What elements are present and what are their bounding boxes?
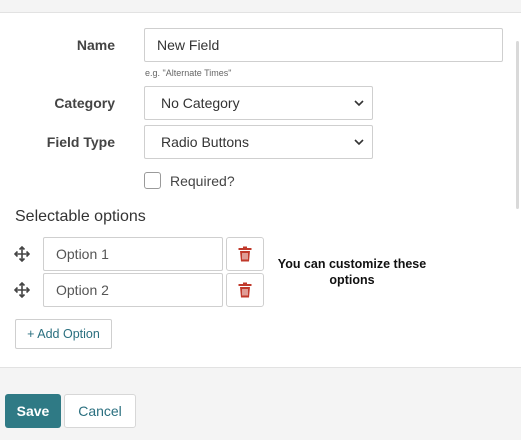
chevron-down-icon (354, 139, 364, 146)
cancel-button[interactable]: Cancel (64, 394, 136, 428)
field-type-selected-value: Radio Buttons (161, 134, 249, 150)
add-option-button[interactable]: + Add Option (15, 319, 112, 349)
field-editor-card: Name New Field e.g. "Alternate Times" Ca… (0, 12, 521, 368)
option-input-value: Option 2 (56, 282, 109, 298)
category-label: Category (54, 95, 115, 111)
category-select[interactable]: No Category (144, 86, 373, 120)
field-type-label: Field Type (46, 134, 115, 150)
trash-icon (238, 282, 252, 298)
option-input[interactable]: Option 1 (43, 237, 223, 271)
scrollbar[interactable] (516, 41, 519, 209)
delete-option-button[interactable] (226, 273, 264, 307)
delete-option-button[interactable] (226, 237, 264, 271)
name-label: Name (76, 37, 115, 53)
option-input[interactable]: Option 2 (43, 273, 223, 307)
name-input-value: New Field (157, 37, 220, 53)
trash-icon (238, 246, 252, 262)
page: Name New Field e.g. "Alternate Times" Ca… (0, 0, 521, 440)
field-type-select[interactable]: Radio Buttons (144, 125, 373, 159)
drag-handle-icon[interactable] (14, 246, 30, 262)
customize-note: You can customize these options (277, 257, 427, 287)
chevron-down-icon (354, 100, 364, 107)
save-button[interactable]: Save (5, 394, 61, 428)
selectable-options-title: Selectable options (15, 208, 146, 225)
option-input-value: Option 1 (56, 246, 109, 262)
category-selected-value: No Category (161, 95, 240, 111)
drag-handle-icon[interactable] (14, 282, 30, 298)
name-hint: e.g. "Alternate Times" (145, 68, 232, 78)
required-checkbox[interactable] (144, 172, 161, 189)
name-input[interactable]: New Field (144, 28, 503, 62)
required-label: Required? (170, 173, 235, 189)
